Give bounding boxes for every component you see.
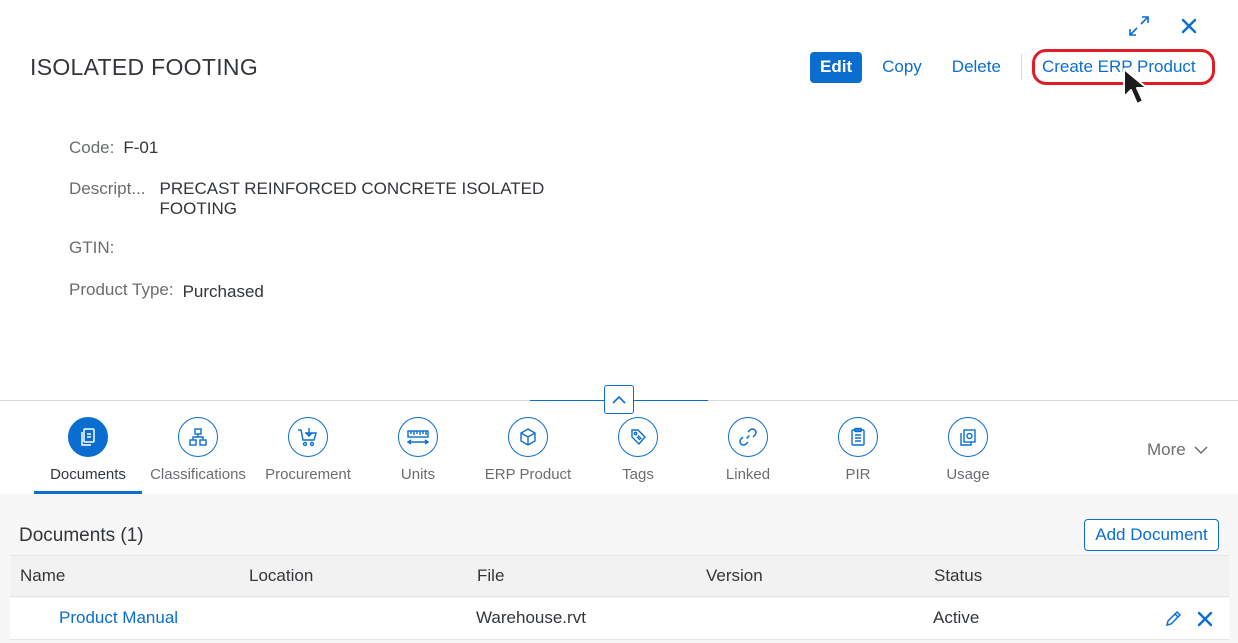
- tab-label: ERP Product: [484, 466, 572, 483]
- tab-pir[interactable]: PIR: [803, 417, 913, 483]
- delete-row-icon[interactable]: [1195, 609, 1215, 629]
- tab-label: Linked: [725, 466, 771, 483]
- column-header-status[interactable]: Status: [934, 566, 982, 586]
- hierarchy-icon: [178, 417, 218, 457]
- documents-title: Documents (1): [19, 525, 144, 546]
- tab-units[interactable]: Units: [363, 417, 473, 483]
- column-header-version[interactable]: Version: [706, 566, 763, 586]
- description-label: Descript...: [69, 179, 146, 198]
- edit-pencil-icon[interactable]: [1163, 609, 1183, 629]
- description-value: PRECAST REINFORCED CONCRETE ISOLATED FOO…: [160, 179, 545, 219]
- document-name-link[interactable]: Product Manual: [59, 608, 178, 628]
- tab-label: Classifications: [150, 466, 246, 483]
- delete-button[interactable]: Delete: [942, 52, 1011, 83]
- product-type-label: Product Type:: [69, 280, 174, 299]
- clipboard-icon: [838, 417, 878, 457]
- documents-icon: [68, 417, 108, 457]
- field-gtin: GTIN:: [69, 238, 123, 258]
- product-box-icon: [508, 417, 548, 457]
- collapse-header-button[interactable]: [604, 385, 634, 414]
- tab-label: Units: [400, 466, 436, 483]
- tab-tags[interactable]: Tags: [583, 417, 693, 483]
- mouse-cursor-icon: [1121, 67, 1161, 112]
- tab-label: Documents: [50, 466, 126, 483]
- chevron-down-icon: [1194, 445, 1208, 454]
- tab-label: Tags: [622, 466, 654, 483]
- tab-erp-product[interactable]: ERP Product: [473, 417, 583, 483]
- copy-button[interactable]: Copy: [872, 52, 932, 83]
- page-title: ISOLATED FOOTING: [30, 54, 259, 80]
- tab-label: PIR: [845, 466, 871, 483]
- tab-label: Usage: [946, 466, 990, 483]
- field-product-type: Product Type: Purchased: [69, 280, 264, 302]
- gtin-label: GTIN:: [69, 238, 115, 257]
- exit-fullscreen-icon[interactable]: [1127, 14, 1151, 38]
- usage-icon: [948, 417, 988, 457]
- code-value: F-01: [123, 138, 159, 157]
- tab-usage[interactable]: Usage: [913, 417, 1023, 483]
- tab-documents[interactable]: Documents: [33, 417, 143, 483]
- table-row[interactable]: [10, 598, 1229, 640]
- tag-icon: [618, 417, 658, 457]
- tab-label: Procurement: [265, 466, 351, 483]
- link-icon: [728, 417, 768, 457]
- more-tabs-button[interactable]: More: [1147, 440, 1208, 460]
- code-label: Code:: [69, 138, 115, 157]
- product-type-value: Purchased: [182, 282, 264, 301]
- table-header: [10, 555, 1229, 597]
- ruler-icon: [398, 417, 438, 457]
- chevron-up-icon: [612, 395, 626, 404]
- add-document-button[interactable]: Add Document: [1084, 519, 1219, 551]
- column-header-name[interactable]: Name: [20, 566, 65, 586]
- document-status: Active: [933, 608, 980, 627]
- description-line-2: FOOTING: [159, 199, 237, 218]
- tab-classifications[interactable]: Classifications: [143, 417, 253, 483]
- column-header-location[interactable]: Location: [249, 566, 313, 586]
- toolbar-separator: [1020, 54, 1022, 80]
- document-file: Warehouse.rvt: [476, 608, 586, 627]
- tab-linked[interactable]: Linked: [693, 417, 803, 483]
- description-line-1: PRECAST REINFORCED CONCRETE ISOLATED: [159, 179, 545, 198]
- edit-button[interactable]: Edit: [810, 51, 863, 83]
- cart-icon: [288, 417, 328, 457]
- field-description: Descript... PRECAST REINFORCED CONCRETE …: [69, 179, 544, 219]
- close-icon[interactable]: [1177, 14, 1201, 38]
- column-header-file[interactable]: File: [477, 566, 504, 586]
- field-code: Code: F-01: [69, 138, 158, 158]
- more-label: More: [1147, 440, 1186, 459]
- tab-procurement[interactable]: Procurement: [253, 417, 363, 483]
